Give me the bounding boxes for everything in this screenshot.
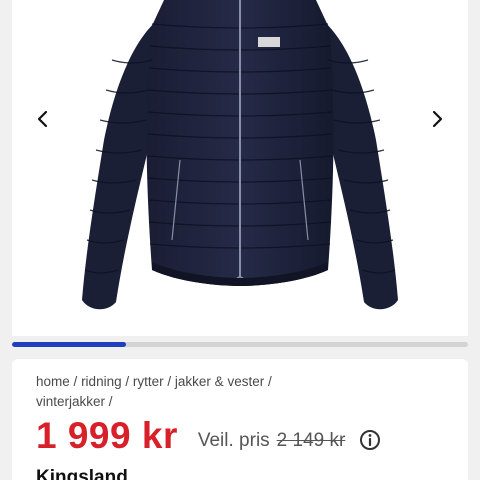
gallery-progress-bar — [12, 342, 468, 347]
breadcrumb-item-home[interactable]: home — [36, 374, 70, 389]
chevron-left-icon — [37, 110, 48, 128]
previous-image-button[interactable] — [28, 104, 58, 134]
breadcrumb-separator: / — [167, 374, 175, 389]
chevron-right-icon — [432, 110, 443, 128]
reference-price: 2 149 kr — [276, 430, 346, 451]
breadcrumb-separator: / — [267, 374, 272, 389]
breadcrumb-separator: / — [125, 374, 133, 389]
breadcrumb-separator: / — [108, 394, 113, 409]
price-row: 1 999 kr Veil. pris 2 149 kr — [36, 413, 381, 459]
breadcrumb-item-rytter[interactable]: rytter — [133, 374, 164, 389]
breadcrumb-item-vinterjakker[interactable]: vinterjakker — [36, 394, 105, 409]
gallery-progress-fill — [12, 342, 126, 347]
breadcrumb: home / ridning / rytter / jakker & veste… — [36, 372, 336, 412]
info-circle-icon[interactable] — [359, 429, 381, 451]
breadcrumb-separator: / — [73, 374, 82, 389]
breadcrumb-item-ridning[interactable]: ridning — [81, 374, 122, 389]
reference-price-label: Veil. pris — [197, 430, 270, 451]
breadcrumb-item-jakker-vester[interactable]: jakker & vester — [175, 374, 264, 389]
product-info-card: home / ridning / rytter / jakker & veste… — [12, 359, 468, 480]
current-price: 1 999 kr — [36, 415, 178, 456]
next-image-button[interactable] — [422, 104, 452, 134]
product-image-gallery[interactable] — [12, 0, 468, 336]
product-brand[interactable]: Kingsland — [36, 467, 128, 480]
product-image — [82, 0, 398, 310]
